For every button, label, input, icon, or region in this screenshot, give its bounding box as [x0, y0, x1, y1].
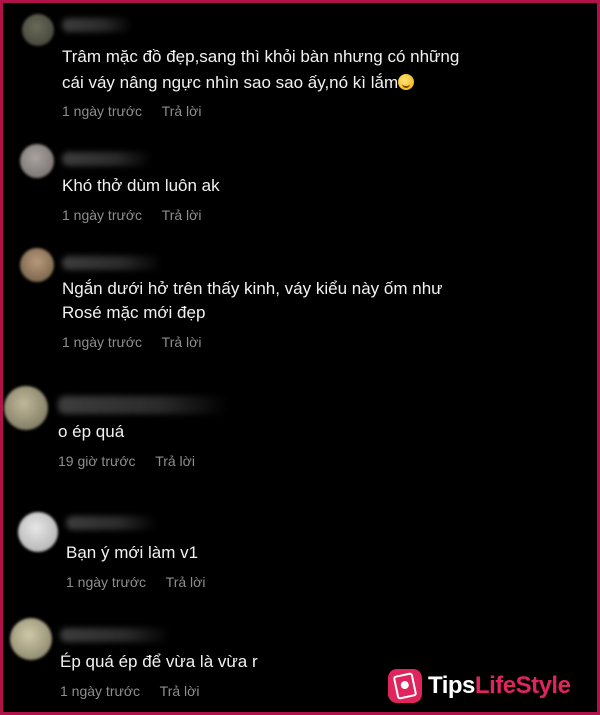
comment-time: 1 ngày trước	[62, 103, 143, 119]
comment-text-line-1: Ép quá ép để vừa là vừa r	[60, 652, 258, 671]
reply-button[interactable]: Trả lời	[162, 207, 202, 223]
avatar[interactable]	[20, 144, 54, 178]
comment-meta: 1 ngày trước Trả lời	[62, 207, 201, 223]
watermark-text: TipsLifeStyle	[428, 672, 571, 699]
reply-button[interactable]: Trả lời	[155, 453, 195, 469]
comment-time: 1 ngày trước	[62, 207, 143, 223]
avatar[interactable]	[10, 618, 52, 660]
avatar[interactable]	[22, 14, 54, 46]
reply-button[interactable]: Trả lời	[166, 574, 206, 590]
avatar[interactable]	[4, 386, 48, 430]
comment-meta: 1 ngày trước Trả lời	[66, 574, 205, 590]
comment-text-line-1: Bạn ý mới làm v1	[66, 543, 199, 562]
grinning-sweat-emoji-icon	[398, 74, 415, 90]
blurred-username[interactable]	[62, 18, 132, 32]
comment-meta: 1 ngày trước Trả lời	[62, 334, 201, 350]
reply-button[interactable]: Trả lời	[160, 683, 200, 699]
comment-time: 19 giờ trước	[58, 453, 136, 469]
comment-time: 1 ngày trước	[60, 683, 141, 699]
blurred-username[interactable]	[60, 628, 170, 642]
blurred-username[interactable]	[58, 396, 228, 414]
tipslifestyle-logo-icon	[388, 669, 422, 703]
comment-text-line-1: o ép quá	[58, 422, 125, 441]
blurred-username[interactable]	[62, 152, 152, 166]
reply-button[interactable]: Trả lời	[162, 103, 202, 119]
blurred-username[interactable]	[66, 516, 156, 530]
comment-time: 1 ngày trước	[62, 334, 143, 350]
reply-button[interactable]: Trả lời	[162, 334, 202, 350]
comment-meta: 1 ngày trước Trả lời	[62, 103, 201, 119]
comment-meta: 19 giờ trước Trả lời	[58, 453, 195, 469]
comment-time: 1 ngày trước	[66, 574, 147, 590]
blurred-username[interactable]	[62, 256, 162, 270]
avatar[interactable]	[18, 512, 58, 552]
avatar[interactable]	[20, 248, 54, 282]
comment-meta: 1 ngày trước Trả lời	[60, 683, 199, 699]
comment-text-line-1: Ngắn dưới hở trên thấy kinh, váy kiểu nà…	[62, 279, 443, 298]
comment-text-line-1: Trâm mặc đồ đẹp,sang thì khỏi bàn nhưng …	[62, 47, 460, 66]
comment-text-line-2: Rosé mặc mới đẹp	[62, 303, 206, 322]
tipslifestyle-watermark: TipsLifeStyle	[388, 664, 571, 708]
comment-text-line-1: Khó thở dùm luôn ak	[62, 176, 220, 195]
comment-text-line-2: cái váy nâng ngực nhìn sao sao ấy,nó kì …	[62, 70, 415, 96]
